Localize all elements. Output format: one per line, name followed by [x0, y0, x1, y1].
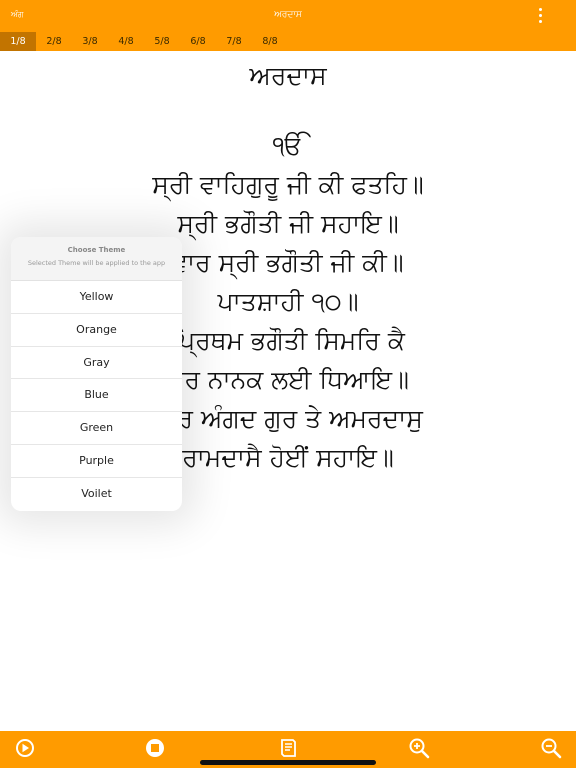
theme-option-green[interactable]: Green [11, 412, 182, 445]
stop-icon[interactable] [144, 737, 166, 759]
tab-page-2[interactable]: 2/8 [36, 32, 72, 51]
more-menu-icon[interactable] [534, 8, 546, 26]
page-title: ਅਰਦਾਸ [249, 61, 327, 90]
text-line: ੴ [272, 131, 304, 160]
theme-option-purple[interactable]: Purple [11, 445, 182, 478]
page-tabs: 1/8 2/8 3/8 4/8 5/8 6/8 7/8 8/8 [0, 32, 576, 51]
app-title: ਅਰਦਾਸ [274, 10, 302, 20]
tab-page-8[interactable]: 8/8 [252, 32, 288, 51]
book-icon[interactable] [277, 737, 299, 759]
tab-page-1[interactable]: 1/8 [0, 32, 36, 51]
theme-popover: Choose Theme Selected Theme will be appl… [11, 237, 182, 511]
theme-option-gray[interactable]: Gray [11, 347, 182, 380]
theme-option-orange[interactable]: Orange [11, 314, 182, 347]
text-line: ਸ੍ਰੀ ਵਾਹਿਗੁਰੂ ਜੀ ਕੀ ਫਤਹਿ॥ [152, 170, 424, 199]
text-line: ਸ੍ਰੀ ਭਗੌਤੀ ਜੀ ਸਹਾਇ॥ [177, 209, 399, 238]
popover-header: Choose Theme Selected Theme will be appl… [11, 237, 182, 281]
tab-page-4[interactable]: 4/8 [108, 32, 144, 51]
tab-page-5[interactable]: 5/8 [144, 32, 180, 51]
zoom-in-icon[interactable] [408, 737, 430, 759]
top-bar: ਅੰਗ ਅਰਦਾਸ [0, 0, 576, 32]
play-icon[interactable] [14, 737, 36, 759]
tab-page-7[interactable]: 7/8 [216, 32, 252, 51]
theme-option-voilet[interactable]: Voilet [11, 478, 182, 511]
zoom-out-icon[interactable] [540, 737, 562, 759]
tab-page-3[interactable]: 3/8 [72, 32, 108, 51]
popover-subtitle: Selected Theme will be applied to the ap… [27, 259, 166, 267]
tab-page-6[interactable]: 6/8 [180, 32, 216, 51]
popover-title: Choose Theme [67, 246, 126, 254]
theme-option-blue[interactable]: Blue [11, 379, 182, 413]
theme-option-yellow[interactable]: Yellow [11, 281, 182, 314]
home-indicator [200, 760, 376, 765]
